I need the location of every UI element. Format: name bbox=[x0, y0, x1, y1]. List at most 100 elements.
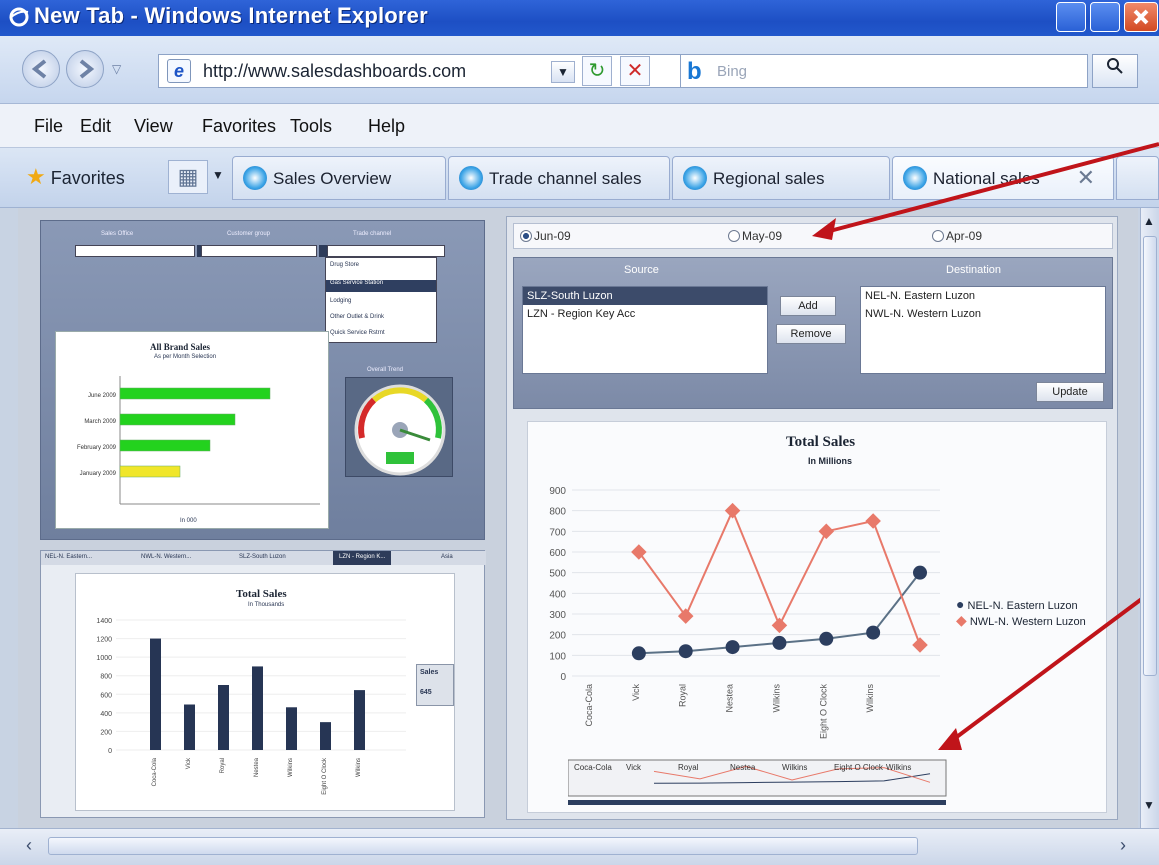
bar bbox=[119, 465, 181, 478]
back-arrow-icon bbox=[31, 59, 47, 79]
quick-tabs-button[interactable]: ▦ bbox=[168, 160, 208, 194]
scroll-up-icon[interactable]: ▲ bbox=[1143, 214, 1155, 228]
data-point bbox=[913, 565, 927, 580]
address-toolbar: ▽ e http://www.salesdashboards.com ▼ ↻ ✕… bbox=[0, 36, 1159, 104]
tab-trade-channel-sales[interactable]: Trade channel sales bbox=[448, 156, 670, 200]
maximize-button[interactable] bbox=[1090, 2, 1120, 32]
region-transfer-panel: Source Destination SLZ-South Luzon LZN -… bbox=[513, 257, 1113, 409]
dropdown-item[interactable]: Drug Store bbox=[330, 262, 359, 268]
source-list[interactable]: SLZ-South Luzon LZN - Region Key Acc bbox=[522, 286, 768, 374]
data-point bbox=[818, 523, 835, 540]
ie-tab-icon bbox=[243, 166, 267, 190]
vertical-scrollbar[interactable]: ▲ ▼ bbox=[1140, 208, 1159, 828]
history-dropdown-icon[interactable]: ▽ bbox=[112, 62, 121, 76]
close-window-button[interactable] bbox=[1124, 2, 1158, 32]
scroll-right-icon[interactable]: › bbox=[1112, 835, 1134, 857]
list-item[interactable]: NWL-N. Western Luzon bbox=[861, 305, 1105, 323]
data-point bbox=[631, 544, 647, 560]
tab-regional-sales[interactable]: Regional sales bbox=[672, 156, 890, 200]
list-item[interactable]: LZN - Region Key Acc bbox=[523, 305, 767, 323]
y-tick-label: 800 bbox=[100, 674, 112, 681]
close-icon bbox=[1133, 9, 1149, 25]
address-field[interactable]: e http://www.salesdashboards.com ▼ bbox=[158, 54, 698, 88]
navigator-label: Wilkins bbox=[782, 763, 807, 772]
y-tick-label: 200 bbox=[549, 631, 566, 642]
data-point bbox=[678, 644, 693, 659]
x-tick-label: Vick bbox=[631, 684, 641, 701]
stop-button[interactable]: ✕ bbox=[620, 56, 650, 86]
month-radio-apr[interactable]: Apr-09 bbox=[932, 229, 982, 243]
tab-national-sales[interactable]: National sales ✕ bbox=[892, 156, 1114, 200]
minimize-button[interactable] bbox=[1056, 2, 1086, 32]
back-button[interactable] bbox=[22, 50, 60, 88]
search-field[interactable]: b Bing bbox=[680, 54, 1088, 88]
sales-office-select[interactable] bbox=[75, 245, 195, 257]
trade-channel-select[interactable] bbox=[327, 245, 445, 257]
region-tab[interactable]: SLZ-South Luzon bbox=[239, 554, 286, 560]
forward-button[interactable] bbox=[66, 50, 104, 88]
tab-sales-overview[interactable]: Sales Overview bbox=[232, 156, 446, 200]
menu-view[interactable]: View bbox=[134, 116, 173, 137]
month-radio-may[interactable]: May-09 bbox=[728, 229, 782, 243]
data-point bbox=[819, 631, 834, 646]
menu-bar: File Edit View Favorites Tools Help bbox=[0, 104, 1159, 148]
scroll-down-icon[interactable]: ▼ bbox=[1143, 798, 1155, 812]
remove-button[interactable]: Remove bbox=[776, 324, 846, 344]
tab-list-dropdown[interactable]: ▼ bbox=[212, 168, 224, 182]
favorites-label: Favorites bbox=[50, 168, 125, 188]
y-tick-label: 900 bbox=[549, 486, 566, 497]
tab-label: Regional sales bbox=[713, 169, 825, 188]
dropdown-item[interactable]: Quick Service Rstrnt bbox=[330, 330, 385, 336]
y-tick-label: 100 bbox=[549, 651, 566, 662]
new-tab-button[interactable] bbox=[1116, 156, 1159, 200]
menu-help[interactable]: Help bbox=[368, 116, 405, 137]
navigator-label: Wilkins bbox=[886, 763, 911, 772]
menu-edit[interactable]: Edit bbox=[80, 116, 111, 137]
category-label: June 2009 bbox=[88, 393, 117, 399]
range-navigator[interactable]: Coca-Cola Vick Royal Nestea Wilkins Eight O C… bbox=[568, 756, 948, 806]
dropdown-item[interactable]: Other Outlet & Drink bbox=[330, 314, 384, 320]
y-tick-label: 300 bbox=[549, 610, 566, 621]
scrollbar-thumb[interactable] bbox=[1143, 236, 1157, 676]
dropdown-item[interactable]: Lodging bbox=[330, 298, 351, 304]
dropdown-item[interactable]: Gas Service Station bbox=[326, 280, 436, 292]
tooltip-value: 645 bbox=[420, 689, 432, 696]
destination-list[interactable]: NEL-N. Eastern Luzon NWL-N. Western Luzo… bbox=[860, 286, 1106, 374]
menu-favorites[interactable]: Favorites bbox=[202, 116, 276, 137]
month-radio-jun[interactable]: Jun-09 bbox=[520, 229, 571, 243]
add-button[interactable]: Add bbox=[780, 296, 836, 316]
list-item[interactable]: SLZ-South Luzon bbox=[523, 287, 767, 305]
favorites-button[interactable]: ★ Favorites bbox=[26, 164, 125, 190]
x-tick-label: Vick bbox=[186, 757, 192, 769]
customer-group-select[interactable] bbox=[201, 245, 317, 257]
close-tab-icon[interactable]: ✕ bbox=[1077, 165, 1095, 191]
source-header: Source bbox=[624, 264, 659, 276]
menu-tools[interactable]: Tools bbox=[290, 116, 332, 137]
search-button[interactable] bbox=[1092, 54, 1138, 88]
month-selector: Jun-09 May-09 Apr-09 bbox=[513, 223, 1113, 249]
legend-item: ◆ NWL-N. Western Luzon bbox=[956, 612, 1086, 629]
update-button[interactable]: Update bbox=[1036, 382, 1104, 402]
y-tick-label: 200 bbox=[100, 729, 112, 736]
bar bbox=[150, 638, 161, 750]
horizontal-scrollbar[interactable]: ‹ › bbox=[0, 828, 1159, 865]
scroll-left-icon[interactable]: ‹ bbox=[18, 835, 40, 857]
scrollbar-thumb[interactable] bbox=[48, 837, 918, 855]
filter-label: Customer group bbox=[227, 231, 271, 237]
category-label: January 2009 bbox=[80, 471, 117, 477]
bar bbox=[252, 666, 263, 750]
region-tab[interactable]: NEL-N. Eastern... bbox=[45, 554, 92, 560]
address-dropdown-button[interactable]: ▼ bbox=[551, 61, 575, 83]
refresh-button[interactable]: ↻ bbox=[582, 56, 612, 86]
list-item[interactable]: NEL-N. Eastern Luzon bbox=[861, 287, 1105, 305]
region-tab[interactable]: NWL-N. Western... bbox=[141, 554, 191, 560]
y-tick-label: 0 bbox=[108, 748, 112, 755]
menu-file[interactable]: File bbox=[34, 116, 63, 137]
region-tab[interactable]: Asia bbox=[441, 554, 453, 560]
region-tab-active[interactable]: LZN - Region K... bbox=[333, 551, 392, 565]
page-content: Sales Office Customer group Trade channe… bbox=[18, 208, 1138, 828]
data-point bbox=[866, 625, 881, 640]
navigator-label: Royal bbox=[678, 763, 699, 772]
y-tick-label: 1200 bbox=[96, 637, 112, 644]
page-icon: e bbox=[167, 59, 191, 83]
